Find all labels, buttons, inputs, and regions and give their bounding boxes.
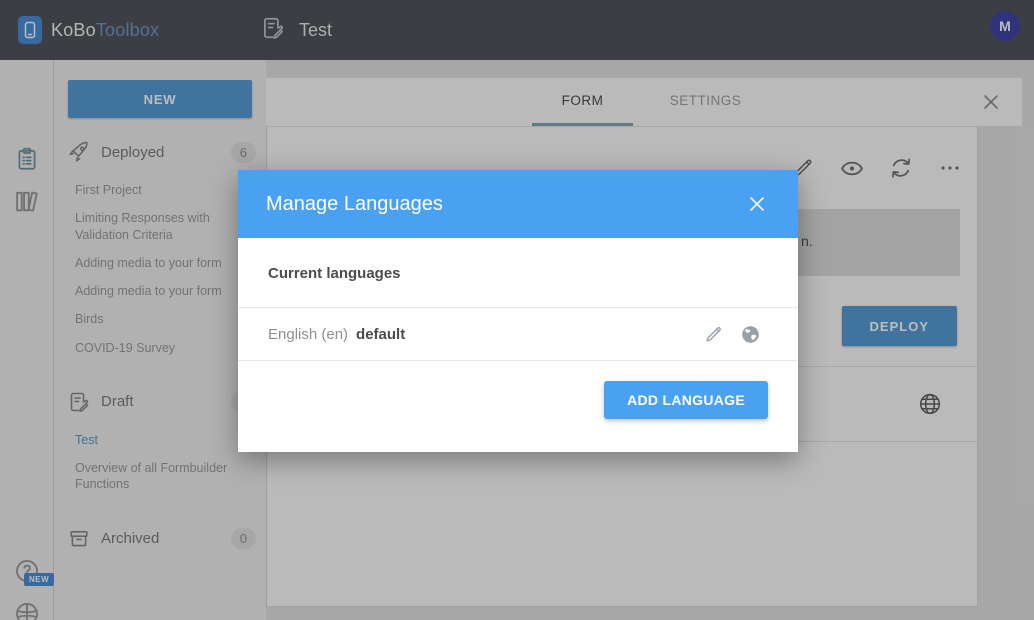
language-row: English (en) default xyxy=(238,308,798,361)
modal-close-icon[interactable] xyxy=(744,191,770,217)
edit-language-pencil-icon[interactable] xyxy=(702,323,724,345)
language-globe-icon[interactable] xyxy=(739,323,761,345)
app-root: KoBoToolbox Test M NEW xyxy=(0,0,1034,620)
current-languages-label: Current languages xyxy=(238,238,798,308)
modal-body: Current languages English (en) default A… xyxy=(238,238,798,452)
language-default-tag: default xyxy=(356,326,405,343)
add-language-button[interactable]: ADD LANGUAGE xyxy=(604,381,768,419)
modal-header: Manage Languages xyxy=(238,170,798,238)
manage-languages-modal: Manage Languages Current languages Engli… xyxy=(238,170,798,452)
modal-title: Manage Languages xyxy=(266,193,744,216)
language-name: English (en) xyxy=(268,326,348,343)
modal-footer: ADD LANGUAGE xyxy=(238,361,798,452)
